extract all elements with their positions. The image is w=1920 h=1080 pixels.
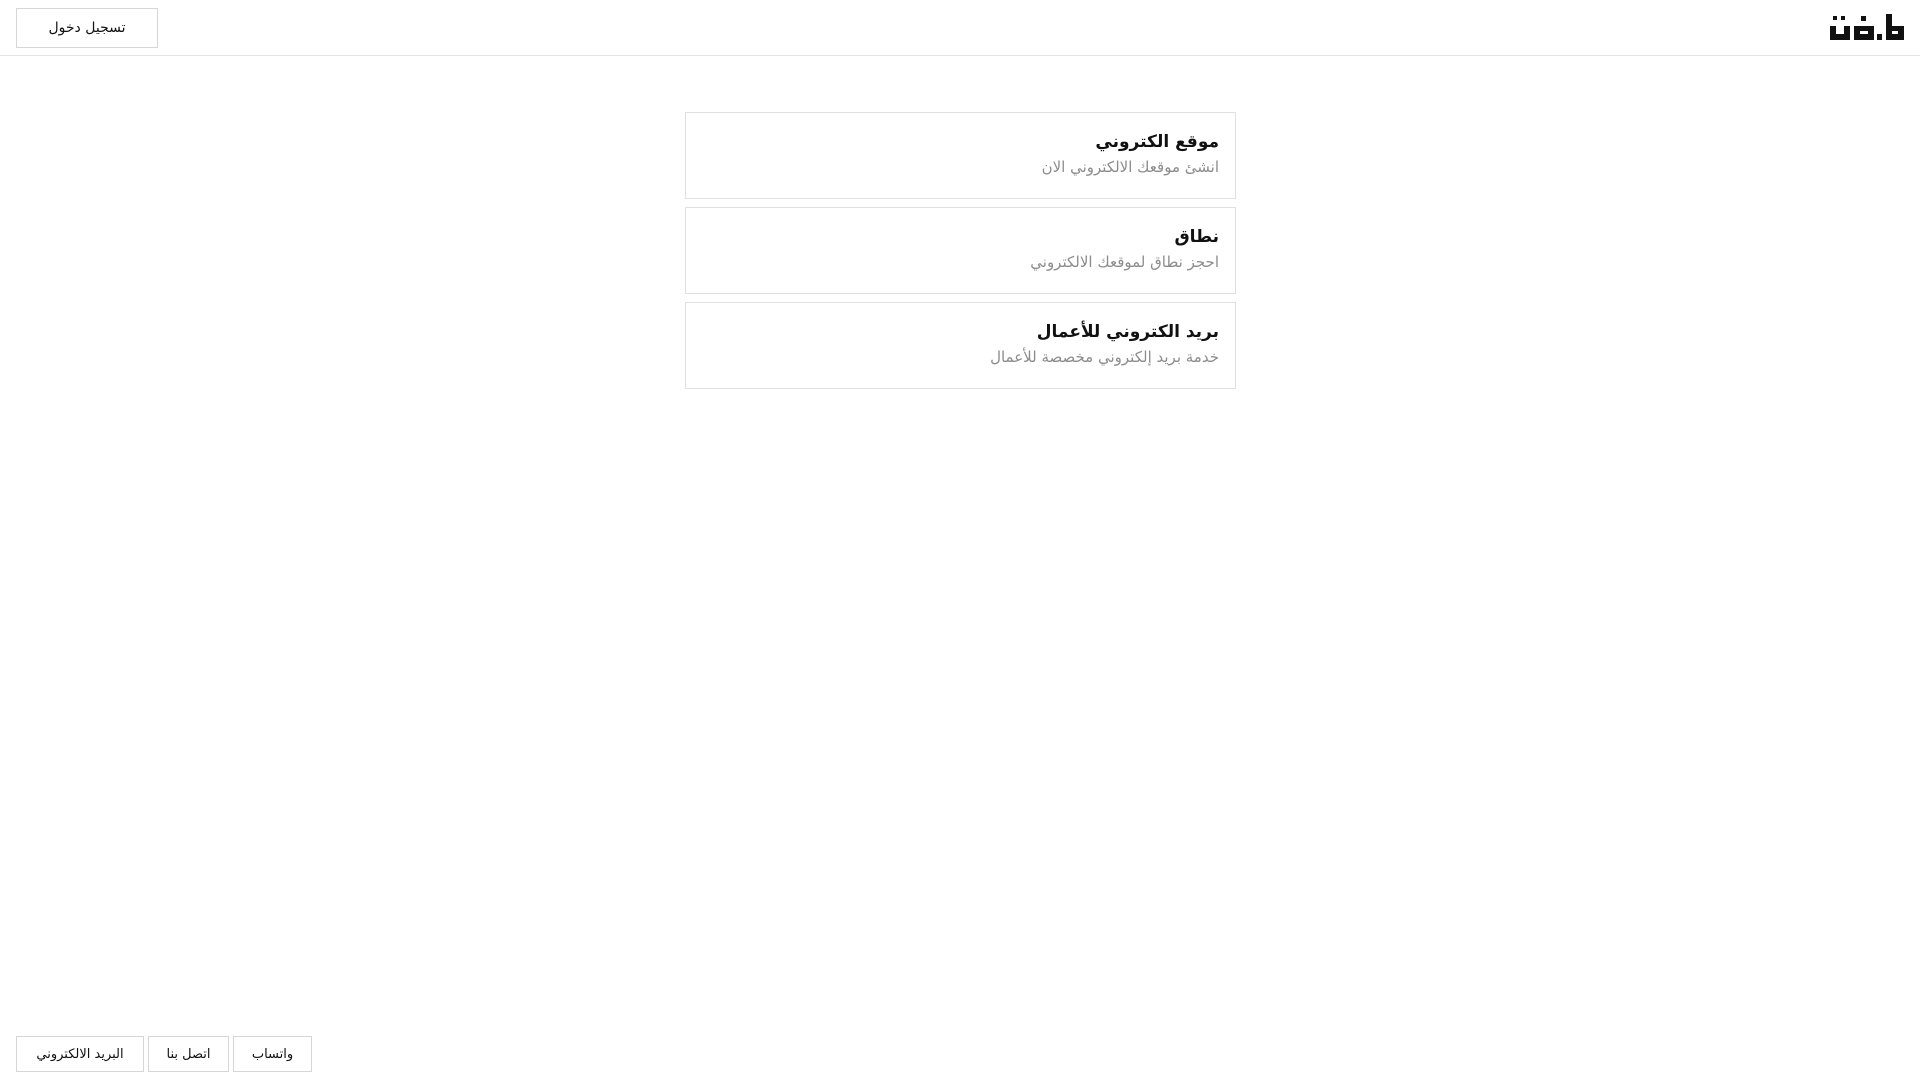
service-title: موقع الكتروني [1095,132,1219,152]
email-button-label: البريد الالكتروني [36,1046,124,1062]
service-card-domain[interactable]: نطاق احجز نطاق لموقعك الالكتروني [685,207,1236,294]
service-subtitle: خدمة بريد إلكتروني مخصصة للأعمال [990,348,1219,366]
services-list: موقع الكتروني انشئ موقعك الالكتروني الان… [685,112,1236,397]
whatsapp-button[interactable]: واتساب [233,1036,312,1072]
contact-button[interactable]: اتصل بنا [148,1036,229,1072]
service-card-website[interactable]: موقع الكتروني انشئ موقعك الالكتروني الان [685,112,1236,199]
service-card-business-email[interactable]: بريد الكتروني للأعمال خدمة بريد إلكتروني… [685,302,1236,389]
footer-actions: البريد الالكتروني اتصل بنا واتساب [16,1036,312,1072]
service-title: نطاق [1174,227,1219,247]
login-button[interactable]: تسجيل دخول [16,8,158,48]
whatsapp-button-label: واتساب [251,1046,294,1062]
login-button-label: تسجيل دخول [48,20,126,36]
brand-logo-icon[interactable] [1830,14,1904,42]
service-title: بريد الكتروني للأعمال [1036,322,1219,342]
contact-button-label: اتصل بنا [166,1046,211,1062]
email-button[interactable]: البريد الالكتروني [16,1036,144,1072]
service-subtitle: احجز نطاق لموقعك الالكتروني [1030,253,1219,271]
top-bar: تسجيل دخول [0,0,1920,56]
service-subtitle: انشئ موقعك الالكتروني الان [1041,158,1219,176]
page: تسجيل دخول موقع الكتروني انشئ موقعك الال… [0,0,1920,1080]
